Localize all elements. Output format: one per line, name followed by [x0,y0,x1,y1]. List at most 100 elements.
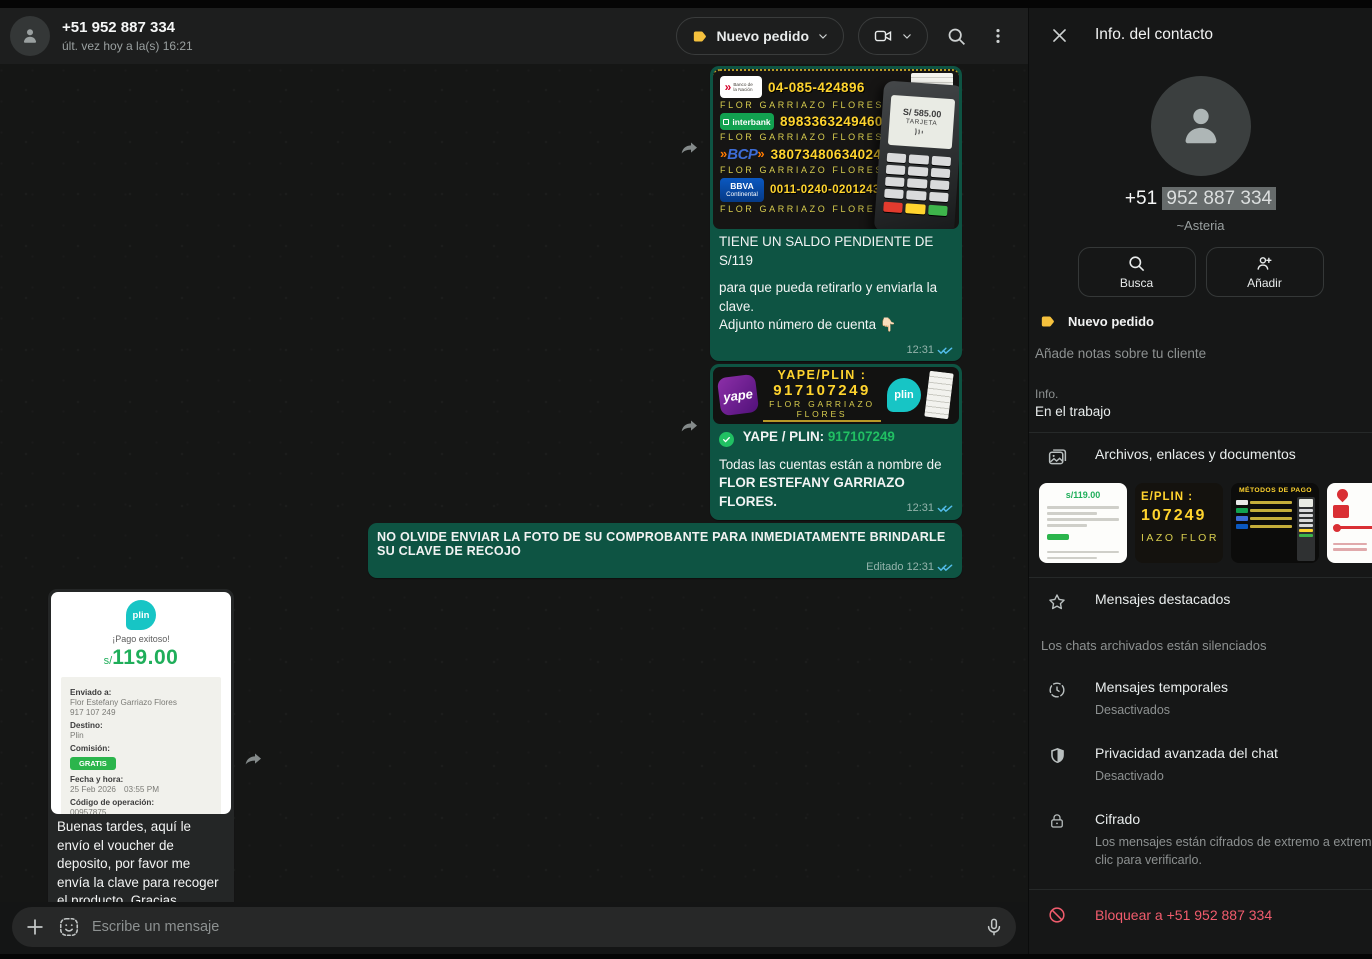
contact-alias: ~Asteria [1029,218,1372,233]
interbank-logo: interbank [720,113,774,130]
message-time: 12:31 [906,561,934,573]
person-icon [19,25,41,47]
outgoing-image-message[interactable]: Banco de la Nación 04-085-424896 FLOR GA… [710,66,962,361]
star-icon [1045,592,1069,612]
contact-avatar-large[interactable] [1151,76,1251,176]
forward-message-icon[interactable] [680,138,700,158]
bbva-logo: BBVAContinental [720,178,764,202]
read-checks-icon [937,503,953,513]
bcp-logo: BCP [720,145,765,163]
free-fee-badge: GRATIS [70,757,116,770]
search-contact-button[interactable]: Busca [1078,247,1196,297]
bank-accounts-image[interactable]: Banco de la Nación 04-085-424896 FLOR GA… [713,69,959,229]
contact-header[interactable]: +51 952 887 334 últ. vez hoy a la(s) 16:… [10,16,193,56]
outgoing-image-message[interactable]: yape YAPE/PLIN : 917107249 FLOR GARRIAZO… [710,364,962,521]
contact-phone: +51 952 887 334 [1029,188,1372,210]
composer [0,902,1028,954]
outgoing-text-message[interactable]: NO OLVIDE ENVIAR LA FOTO DE SU COMPROBAN… [368,523,962,578]
account-number: 38073480634024 [771,147,882,162]
chevron-down-icon [817,30,829,42]
account-holder: FLOR GARRIAZO FLORES [720,100,900,110]
receipt-paper [924,371,953,420]
panel-header: Info. del contacto [1029,8,1372,62]
message-row-reminder: NO OLVIDE ENVIAR LA FOTO DE SU COMPROBAN… [48,523,962,578]
yape-logo: yape [717,374,759,416]
plin-voucher-image[interactable]: plin ¡Pago exitoso! s/119.00 Enviado a: … [51,592,231,814]
message-row-accounts: Banco de la Nación 04-085-424896 FLOR GA… [48,66,962,361]
disappearing-messages-row[interactable]: Mensajes temporales Desactivados [1029,666,1372,732]
kebab-menu-icon [988,26,1008,46]
encryption-row[interactable]: Cifrado Los mensajes están cifrados de e… [1029,798,1372,882]
media-gallery-icon [1045,447,1069,468]
edited-label: Editado [866,561,903,573]
plin-logo: plin [126,600,156,630]
message-time: 12:31 [906,343,934,358]
contact-name: +51 952 887 334 [62,19,193,36]
message-list: Banco de la Nación 04-085-424896 FLOR GA… [0,64,1028,902]
whatsapp-app: +51 952 887 334 últ. vez hoy a la(s) 16:… [0,8,1372,954]
media-thumb-yape[interactable]: E/PLIN : 107249 IAZO FLOR [1135,483,1223,563]
forward-message-icon[interactable] [680,416,700,436]
timer-icon [1045,680,1069,700]
forward-message-icon[interactable] [244,749,264,769]
account-number: 8983363249460 [780,114,883,129]
archived-chats-note: Los chats archivados están silenciados [1029,625,1372,666]
label-tag-icon [1039,313,1056,330]
message-time: 12:31 [906,501,934,516]
chat-menu-button[interactable] [984,22,1012,50]
banco-nacion-logo: Banco de la Nación [720,76,762,98]
message-input-bar [12,907,1016,947]
search-in-chat-button[interactable] [942,22,970,50]
voucher-amount: s/119.00 [51,646,231,670]
pos-terminal-graphic: S/ 585.00 TARJETA [874,80,959,229]
media-section-row[interactable]: Archivos, enlaces y documentos [1029,433,1372,481]
account-number: 04-085-424896 [768,80,865,95]
panel-content: +51 952 887 334 ~Asteria Busca Añadir Nu… [1029,62,1372,954]
chat-header: +51 952 887 334 últ. vez hoy a la(s) 16:… [0,8,1028,64]
yape-plin-image[interactable]: yape YAPE/PLIN : 917107249 FLOR GARRIAZO… [713,367,959,424]
video-call-button[interactable] [858,17,928,55]
incoming-image-message[interactable]: plin ¡Pago exitoso! s/119.00 Enviado a: … [48,589,234,902]
panel-title: Info. del contacto [1095,26,1213,44]
media-thumb-methods[interactable]: MÉTODOS DE PAGO [1231,483,1319,563]
account-holder: FLOR GARRIAZO FLORES [720,204,900,214]
microphone-button[interactable] [984,917,1004,937]
pos-mode: TARJETA [906,117,938,126]
message-input[interactable] [92,919,972,935]
message-time: 15:56 [197,900,225,902]
new-order-button[interactable]: Nuevo pedido [676,17,844,55]
close-panel-button[interactable] [1045,21,1073,49]
info-value: En el trabajo [1029,404,1372,432]
read-checks-icon [937,345,953,355]
client-notes-field[interactable]: Añade notas sobre tu cliente [1029,336,1372,375]
media-thumb-voucher[interactable]: s/119.00 [1039,483,1127,563]
contact-avatar[interactable] [10,16,50,56]
contact-info-panel: Info. del contacto +51 952 887 334 ~Aste… [1028,8,1372,954]
chat-header-actions: Nuevo pedido [676,17,1012,55]
search-icon [946,26,967,47]
search-icon [1127,254,1146,273]
shield-icon [1045,746,1069,765]
message-caption: Buenas tardes, aquí le envío el voucher … [51,814,231,902]
attach-plus-button[interactable] [24,916,46,938]
video-camera-icon [873,26,893,46]
account-holder: FLOR GARRIAZO FLORES [720,165,900,175]
last-seen-status: últ. vez hoy a la(s) 16:21 [62,39,193,53]
media-thumb-tracking[interactable] [1327,483,1372,563]
info-label: Info. [1029,375,1372,404]
label-tag-icon [691,28,708,45]
add-contact-button[interactable]: Añadir [1206,247,1324,297]
contactless-icon [913,126,930,137]
plin-logo: plin [887,378,921,412]
starred-messages-row[interactable]: Mensajes destacados [1029,578,1372,625]
emoji-sticker-button[interactable] [58,916,80,938]
order-label-row[interactable]: Nuevo pedido [1029,305,1372,336]
block-contact-row[interactable]: Bloquear a +51 952 887 334 [1029,890,1372,940]
report-contact-row[interactable]: Reportar a +51 952 887 334 [1029,940,1372,955]
advanced-privacy-row[interactable]: Privacidad avanzada del chat Desactivado [1029,732,1372,798]
read-checks-icon [937,562,953,572]
message-caption: YAPE / PLIN: 917107249 Todas las cuentas… [713,424,959,518]
media-thumbnails: s/119.00 E/PLIN : 107249 IAZO FLOR MÉTOD… [1029,481,1372,577]
block-icon [1045,905,1069,925]
account-holder: FLOR GARRIAZO FLORES [720,132,900,142]
